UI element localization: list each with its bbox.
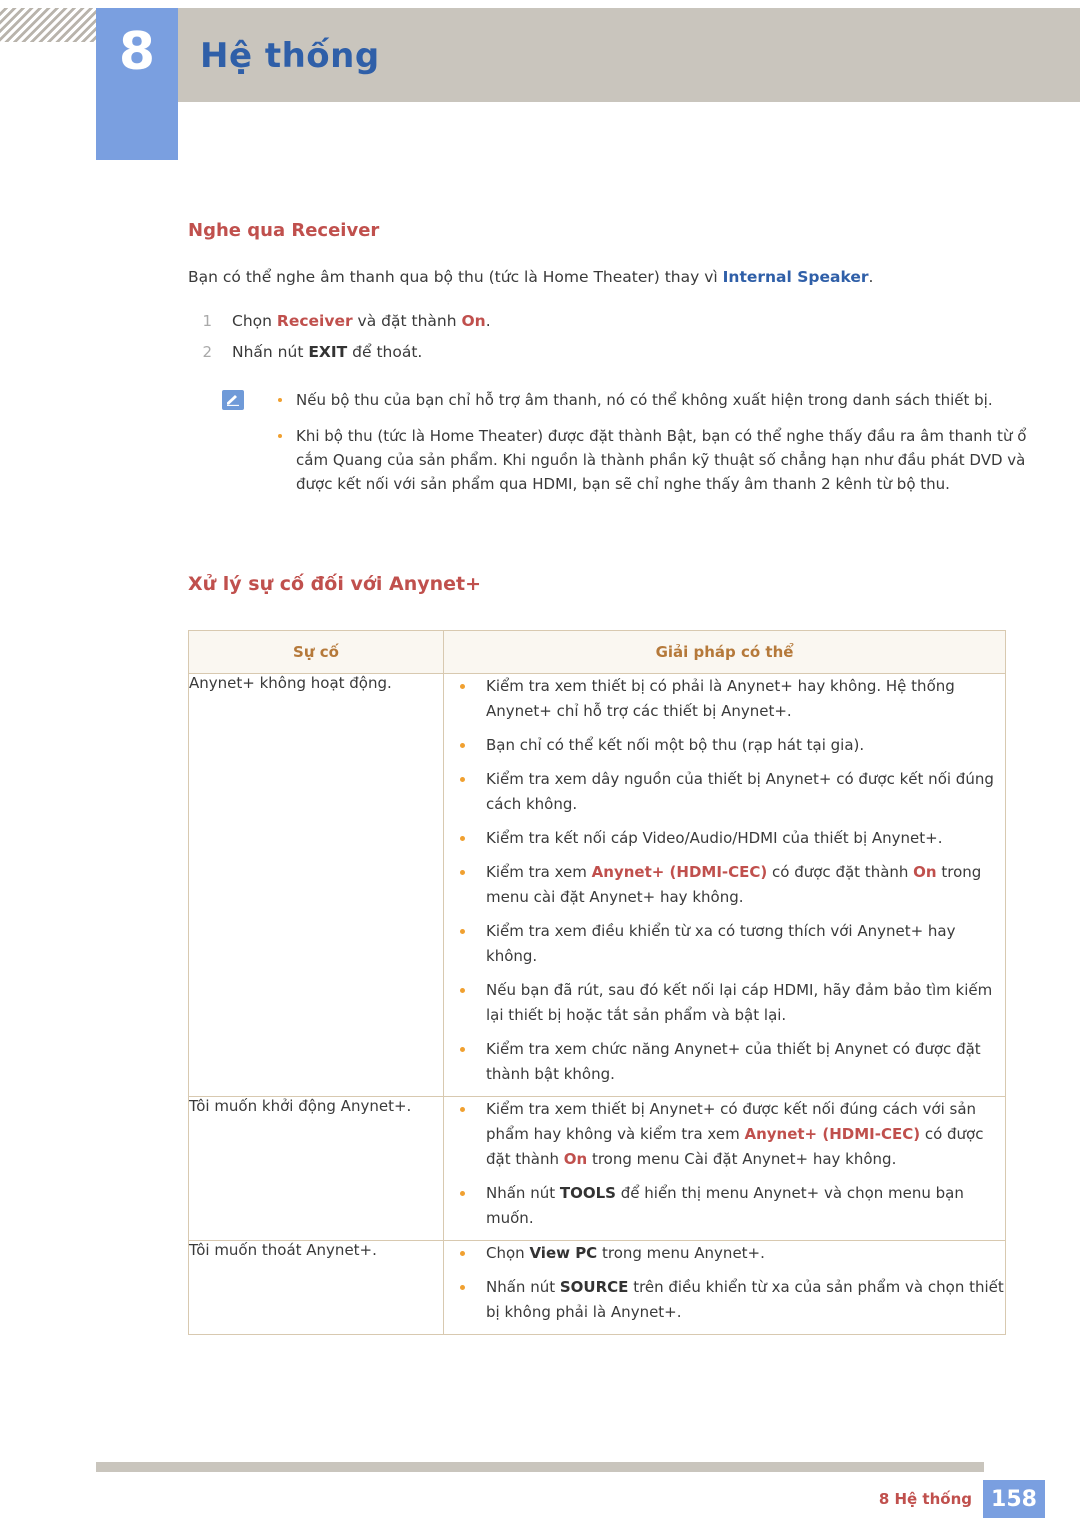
solution-keyword-tools: TOOLS	[559, 1184, 616, 1202]
solution-keyword-on: On	[913, 863, 937, 881]
step-number: 2	[202, 343, 212, 361]
note-pencil-icon	[222, 390, 244, 410]
table-cell-solutions: Kiểm tra xem thiết bị Anynet+ có được kế…	[443, 1096, 1006, 1241]
solution-text-2: có được đặt thành	[767, 863, 914, 881]
table-cell-solutions: Chọn View PC trong menu Anynet+. Nhấn nú…	[443, 1240, 1006, 1335]
intro-text-post: .	[868, 268, 874, 286]
list-item: Nhấn nút TOOLS để hiển thị menu Anynet+ …	[444, 1181, 1005, 1231]
page-number: 158	[983, 1480, 1045, 1518]
solution-text-1: Nhấn nút	[486, 1184, 560, 1202]
step-text-pre: Nhấn nút	[232, 343, 309, 361]
step-text-mid: và đặt thành	[352, 312, 462, 330]
solution-keyword-view-pc: View PC	[529, 1244, 598, 1262]
step-keyword-on: On	[461, 312, 486, 330]
table-cell-problem: Tôi muốn thoát Anynet+.	[187, 1240, 445, 1335]
list-item: Nếu bạn đã rút, sau đó kết nối lại cáp H…	[444, 978, 1005, 1028]
step-keyword-receiver: Receiver	[276, 312, 353, 330]
table-cell-problem: Tôi muốn khởi động Anynet+.	[187, 1096, 445, 1241]
list-item: 1 Chọn Receiver và đặt thành On.	[190, 310, 990, 332]
list-item: Kiểm tra xem thiết bị Anynet+ có được kế…	[444, 1097, 1005, 1172]
step-keyword-exit: EXIT	[308, 343, 348, 361]
page-header: 8 Hệ thống	[0, 0, 1080, 160]
step-number: 1	[202, 312, 212, 330]
list-item: Kiểm tra xem thiết bị có phải là Anynet+…	[444, 674, 1005, 724]
step-text-pre: Chọn	[232, 312, 277, 330]
solution-text-3: trong menu Cài đặt Anynet+ hay không.	[587, 1150, 897, 1168]
step-text-mid: để thoát.	[347, 343, 423, 361]
section-title-troubleshooting: Xử lý sự cố đối với Anynet+	[188, 573, 482, 595]
solution-keyword-anynet-hdmi-cec: Anynet+ (HDMI-CEC)	[591, 863, 768, 881]
page-footer: 8 Hệ thống 158	[0, 1462, 1080, 1527]
list-item: Kiểm tra kết nối cáp Video/Audio/HDMI củ…	[444, 826, 1005, 851]
note-block: Nếu bộ thu của bạn chỉ hỗ trợ âm thanh, …	[222, 388, 1026, 508]
table-cell-problem: Anynet+ không hoạt động.	[187, 673, 445, 1097]
step-text-post: .	[485, 312, 491, 330]
list-item: Nhấn nút SOURCE trên điều khiển từ xa củ…	[444, 1275, 1005, 1325]
table-row: Anynet+ không hoạt động. Kiểm tra xem th…	[187, 673, 1006, 1097]
table-cell-solutions: Kiểm tra xem thiết bị có phải là Anynet+…	[443, 673, 1006, 1097]
intro-text-pre: Bạn có thể nghe âm thanh qua bộ thu (tức…	[188, 268, 723, 286]
solution-keyword-anynet-hdmi-cec: Anynet+ (HDMI-CEC)	[744, 1125, 921, 1143]
list-item: Nếu bộ thu của bạn chỉ hỗ trợ âm thanh, …	[274, 388, 1036, 412]
list-item: Kiểm tra xem Anynet+ (HDMI-CEC) có được …	[444, 860, 1005, 910]
footer-divider	[96, 1462, 984, 1472]
header-left-white	[0, 42, 96, 102]
list-item: 2 Nhấn nút EXIT để thoát.	[190, 341, 990, 363]
table-header-solution: Giải pháp có thể	[443, 630, 1006, 674]
solution-keyword-source: SOURCE	[559, 1278, 629, 1296]
solution-keyword-on: On	[563, 1150, 588, 1168]
table-header-problem: Sự cố	[187, 630, 445, 674]
footer-chapter-label: 8 Hệ thống	[878, 1490, 972, 1508]
intro-keyword-internal-speaker: Internal Speaker	[722, 268, 869, 286]
list-item: Bạn chỉ có thể kết nối một bộ thu (rạp h…	[444, 733, 1005, 758]
table-row: Tôi muốn thoát Anynet+. Chọn View PC tro…	[187, 1240, 1006, 1335]
header-hatch-pattern	[0, 8, 96, 42]
chapter-number: 8	[118, 22, 156, 82]
solution-text-1: Nhấn nút	[486, 1278, 560, 1296]
section-title-receiver: Nghe qua Receiver	[188, 220, 380, 241]
note-items: Nếu bộ thu của bạn chỉ hỗ trợ âm thanh, …	[274, 388, 1026, 496]
table-header-row: Sự cố Giải pháp có thể	[187, 630, 1006, 674]
receiver-steps-list: 1 Chọn Receiver và đặt thành On. 2 Nhấn nú…	[190, 310, 990, 372]
solution-text-2: trong menu Anynet+.	[597, 1244, 765, 1262]
receiver-intro-paragraph: Bạn có thể nghe âm thanh qua bộ thu (tức…	[188, 268, 873, 286]
troubleshooting-table: Sự cố Giải pháp có thể Anynet+ không hoạ…	[187, 630, 1006, 1335]
solution-text-1: Chọn	[486, 1244, 530, 1262]
list-item: Kiểm tra xem chức năng Anynet+ của thiết…	[444, 1037, 1005, 1087]
list-item: Kiểm tra xem dây nguồn của thiết bị Anyn…	[444, 767, 1005, 817]
chapter-title: Hệ thống	[200, 36, 380, 76]
list-item: Kiểm tra xem điều khiển từ xa có tương t…	[444, 919, 1005, 969]
solution-text-1: Kiểm tra xem	[486, 863, 592, 881]
list-item: Chọn View PC trong menu Anynet+.	[444, 1241, 1005, 1266]
table-row: Tôi muốn khởi động Anynet+. Kiểm tra xem…	[187, 1096, 1006, 1241]
list-item: Khi bộ thu (tức là Home Theater) được đặ…	[274, 424, 1036, 496]
